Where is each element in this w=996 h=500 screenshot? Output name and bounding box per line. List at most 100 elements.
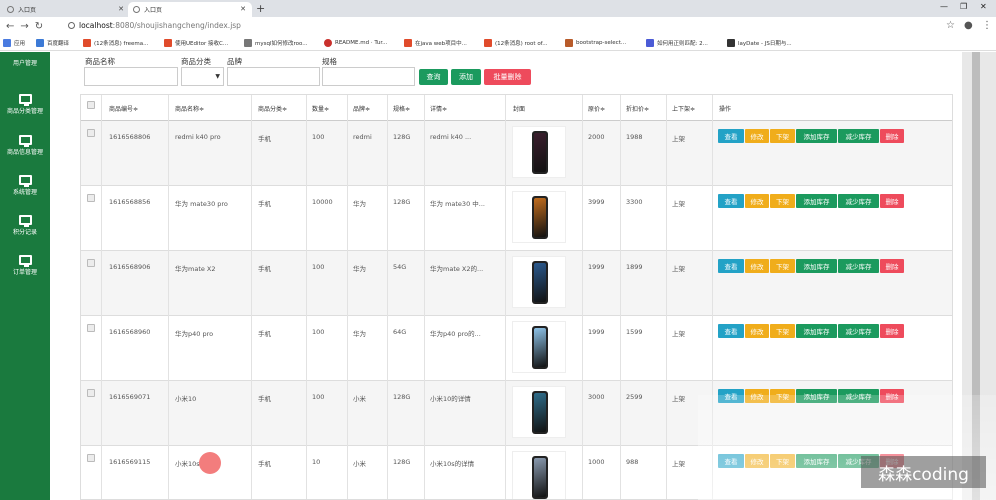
bookmark-label: 使用UEditor 接收C...: [175, 41, 229, 47]
browser-tab[interactable]: 入口页 ✕: [2, 2, 130, 17]
close-icon[interactable]: ✕: [240, 5, 246, 13]
col-divider: [251, 95, 252, 499]
edit-button[interactable]: 修改: [745, 129, 769, 143]
delete-button[interactable]: 删除: [880, 129, 904, 143]
view-button[interactable]: 查看: [718, 129, 744, 143]
bookmark-apps[interactable]: 应用: [3, 39, 25, 47]
window-close-icon[interactable]: ✕: [980, 2, 987, 11]
reduce-stock-button[interactable]: 减少库存: [838, 259, 879, 273]
row-checkbox[interactable]: [87, 194, 95, 202]
menu-icon[interactable]: ⋮: [982, 20, 992, 31]
category-select[interactable]: ▼: [181, 67, 224, 86]
phone-screen: [534, 263, 546, 302]
sidebar-item-categories[interactable]: 商品分类管理: [0, 94, 50, 115]
bookmark[interactable]: 百度翻译: [36, 39, 69, 47]
cover-image: [512, 386, 566, 438]
bookmark[interactable]: layDate - JS日期与...: [727, 39, 792, 47]
th-spec[interactable]: 规格≑: [393, 104, 410, 113]
delete-button[interactable]: 删除: [880, 324, 904, 338]
th-brand[interactable]: 品牌≑: [353, 104, 370, 113]
browser-tab-active[interactable]: 入口页 ✕: [128, 2, 252, 17]
address-bar[interactable]: localhost:8080/shoujishangcheng/index.js…: [68, 21, 241, 30]
add-stock-button[interactable]: 添加库存: [796, 259, 837, 273]
sidebar-item-points[interactable]: 积分记录: [0, 215, 50, 236]
bookmark[interactable]: mysql如何修改roo...: [244, 39, 308, 47]
view-button[interactable]: 查看: [718, 324, 744, 338]
col-divider: [666, 95, 667, 499]
edit-button[interactable]: 修改: [745, 259, 769, 273]
reduce-stock-button[interactable]: 减少库存: [838, 324, 879, 338]
brand-input[interactable]: [227, 67, 320, 86]
sidebar-item-orders[interactable]: 订单管理: [0, 255, 50, 276]
bookmark[interactable]: README.md · Tur...: [324, 39, 387, 47]
bookmark[interactable]: 使用UEditor 接收C...: [164, 39, 228, 47]
reduce-stock-button[interactable]: 减少库存: [838, 194, 879, 208]
minimize-icon[interactable]: —: [940, 2, 948, 11]
row-checkbox[interactable]: [87, 259, 95, 267]
new-tab-icon[interactable]: +: [256, 2, 265, 15]
delete-button[interactable]: 删除: [880, 259, 904, 273]
th-status[interactable]: 上下架≑: [672, 104, 695, 113]
table-row: 1616568856 华为 mate30 pro 手机 10000 华为 128G 华为 m…: [81, 186, 952, 251]
sidebar-item-users[interactable]: 用户管理: [0, 58, 50, 67]
restore-icon[interactable]: ❐: [960, 2, 967, 11]
th-detail[interactable]: 详情≑: [430, 104, 447, 113]
cell-qty: 100: [312, 263, 325, 271]
row-checkbox[interactable]: [87, 324, 95, 332]
product-name-label: 商品名称: [85, 57, 115, 66]
query-button[interactable]: 查询: [419, 69, 448, 85]
th-category[interactable]: 商品分类≑: [258, 104, 287, 113]
close-icon[interactable]: ✕: [118, 5, 124, 13]
bookmark[interactable]: 在java web项目中...: [404, 39, 467, 47]
sidebar-item-system[interactable]: 系统管理: [0, 175, 50, 196]
th-name[interactable]: 商品名称≑: [175, 104, 204, 113]
add-button[interactable]: 添加: [451, 69, 481, 85]
batch-delete-button[interactable]: 批量删除: [484, 69, 531, 85]
phone-body: [532, 326, 548, 369]
cell-brand: 华为: [353, 330, 366, 338]
add-stock-button[interactable]: 添加库存: [796, 324, 837, 338]
edit-button[interactable]: 修改: [745, 324, 769, 338]
bookmark[interactable]: (12条消息) freema...: [83, 39, 148, 47]
cell-category: 手机: [258, 135, 271, 143]
spec-input[interactable]: [322, 67, 415, 86]
reload-icon[interactable]: ↻: [35, 21, 43, 32]
back-icon[interactable]: ←: [6, 21, 14, 32]
star-icon[interactable]: ☆: [946, 20, 955, 31]
row-checkbox[interactable]: [87, 454, 95, 462]
th-qty[interactable]: 数量≑: [312, 104, 329, 113]
add-stock-button[interactable]: 添加库存: [796, 129, 837, 143]
unlist-button[interactable]: 下架: [770, 324, 795, 338]
cell-qty: 10: [312, 458, 321, 466]
unlist-button[interactable]: 下架: [770, 194, 795, 208]
th-id[interactable]: 商品编号≑: [109, 104, 138, 113]
cell-name: 小米10: [175, 395, 197, 403]
phone-screen: [534, 458, 546, 497]
product-name-input[interactable]: [84, 67, 178, 86]
view-button[interactable]: 查看: [718, 194, 744, 208]
table-row: 1616568806 redmi k40 pro 手机 100 redmi 128G red…: [81, 121, 952, 186]
edit-button[interactable]: 修改: [745, 194, 769, 208]
th-discount[interactable]: 折扣价≑: [626, 104, 649, 113]
add-stock-button[interactable]: 添加库存: [796, 194, 837, 208]
col-divider: [582, 95, 583, 499]
cell-detail: 小米10的详情: [430, 395, 471, 403]
delete-button[interactable]: 删除: [880, 194, 904, 208]
select-all-checkbox[interactable]: [87, 101, 95, 109]
row-checkbox[interactable]: [87, 129, 95, 137]
col-divider: [387, 95, 388, 499]
bookmark[interactable]: (12条消息) root of...: [484, 39, 547, 47]
sidebar-item-products[interactable]: 商品信息管理: [0, 135, 50, 156]
th-price[interactable]: 原价≑: [588, 104, 605, 113]
forward-icon[interactable]: →: [20, 21, 28, 32]
unlist-button[interactable]: 下架: [770, 259, 795, 273]
view-button[interactable]: 查看: [718, 259, 744, 273]
row-checkbox[interactable]: [87, 389, 95, 397]
bookmark[interactable]: bootstrap-select...: [565, 39, 626, 47]
reduce-stock-button[interactable]: 减少库存: [838, 129, 879, 143]
mouse-pointer-highlight: [199, 452, 221, 474]
bookmark[interactable]: 如何用正则匹配: 2...: [646, 39, 708, 47]
url-host: localhost: [79, 21, 113, 30]
unlist-button[interactable]: 下架: [770, 129, 795, 143]
profile-icon[interactable]: ●: [964, 20, 973, 31]
